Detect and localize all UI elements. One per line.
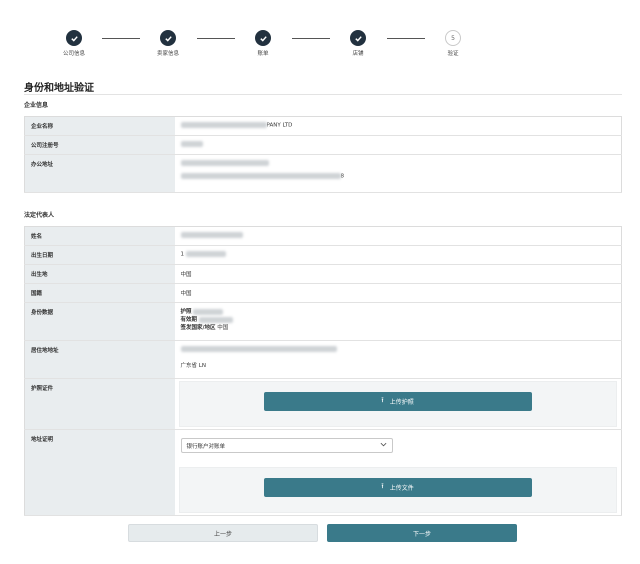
row-value: 银行账户对账单 ⭱ 上传文件 [174,429,622,516]
upload-icon: ⭱ [381,396,384,404]
row-value [174,226,622,246]
check-icon [66,30,82,46]
row-value: PANY LTD [174,116,622,136]
company-name-suffix: PANY LTD [266,122,293,129]
step-connector [387,38,425,39]
table-row: 居住地地址 广东省 LN [24,340,622,379]
birthplace-value: 中国 [174,264,622,284]
redacted-text [193,308,224,315]
address-proof-select[interactable]: 银行账户对账单 [180,438,393,453]
legal-rep-table: 姓名 出生日期 1 出生地 中国 国籍 中国 身份数据 护照 有效期 签发国家/… [24,226,622,516]
step-label: 卖家信息 [156,51,179,57]
row-value: 广东省 LN [174,340,622,379]
nationality-value: 中国 [174,283,622,303]
select-value: 银行账户对账单 [186,443,226,450]
row-key: 地址证明 [24,429,175,516]
table-row: 出生日期 1 [24,245,622,265]
table-row: 办公地址 8 [24,154,622,193]
redacted-text [180,122,267,128]
divider [24,94,622,95]
step-billing: 账单 [243,30,283,57]
row-key: 姓名 [24,226,175,246]
check-icon [350,30,366,46]
progress-stepper: 公司信息 卖家信息 账单 店铺 5 验证 [0,30,640,60]
upload-passport-button[interactable]: ⭱ 上传护照 [263,392,532,411]
step-label: 验证 [447,51,459,57]
table-row: 国籍 中国 [24,283,622,303]
redacted-text [185,251,226,257]
row-value: ⭱ 上传护照 [174,378,622,430]
redacted-text [180,232,243,238]
row-key: 出生日期 [24,245,175,265]
expiry-line: 有效期 [180,317,198,323]
step-label: 账单 [257,51,269,57]
step-store: 店铺 [338,30,378,57]
row-value: 1 [174,245,622,265]
redacted-text [180,346,337,352]
redacted-text [198,316,233,323]
table-row: 姓名 [24,226,622,246]
residence-city: 广东省 LN [180,362,206,369]
upload-icon: ⭱ [381,482,384,490]
table-row: 地址证明 银行账户对账单 ⭱ 上传文件 [24,429,622,516]
step-connector [197,38,235,39]
row-key: 居住地地址 [24,340,175,379]
chevron-down-icon [380,442,387,449]
redacted-text [180,160,269,166]
row-key: 出生地 [24,264,175,284]
section-title-legal-rep: 法定代表人 [24,212,55,219]
step-label: 公司信息 [62,51,85,57]
section-title-company: 企业信息 [24,102,49,109]
table-row: 公司注册号 [24,135,622,155]
previous-button[interactable]: 上一步 [128,524,318,542]
passport-line: 护照 [180,309,192,315]
step-label: 店铺 [352,51,364,57]
issuing-country-label: 签发国家/地区 [180,325,216,331]
address-tail: 8 [340,173,345,179]
upload-file-label: 上传文件 [389,485,414,492]
row-key: 国籍 [24,283,175,303]
redacted-text [180,172,341,179]
page-title: 身份和地址验证 [24,83,94,94]
row-value [174,135,622,155]
row-key: 护照证件 [24,378,175,430]
passport-upload-area: ⭱ 上传护照 [178,381,617,427]
step-seller-info: 卖家信息 [148,30,188,57]
step-company-info: 公司信息 [54,30,94,57]
row-key: 企业名称 [24,116,175,136]
file-upload-area: ⭱ 上传文件 [178,467,617,513]
upload-passport-label: 上传护照 [389,399,414,406]
row-value: 护照 有效期 签发国家/地区 中国 [174,302,622,341]
step-connector [102,38,140,39]
table-row: 身份数据 护照 有效期 签发国家/地区 中国 [24,302,622,341]
company-info-table: 企业名称 PANY LTD 公司注册号 办公地址 8 [24,116,622,193]
row-key: 办公地址 [24,154,175,193]
upload-file-button[interactable]: ⭱ 上传文件 [263,478,532,497]
table-row: 企业名称 PANY LTD [24,116,622,136]
step-number: 5 [445,30,461,46]
issuing-country-value: 中国 [217,325,229,331]
row-key: 公司注册号 [24,135,175,155]
table-row: 护照证件 ⭱ 上传护照 [24,378,622,430]
dob-prefix: 1 [180,251,185,258]
step-verification: 5 验证 [433,30,473,57]
redacted-text [180,141,203,147]
table-row: 出生地 中国 [24,264,622,284]
row-key: 身份数据 [24,302,175,341]
step-connector [292,38,330,39]
next-button[interactable]: 下一步 [327,524,517,542]
row-value: 8 [174,154,622,193]
check-icon [255,30,271,46]
check-icon [160,30,176,46]
